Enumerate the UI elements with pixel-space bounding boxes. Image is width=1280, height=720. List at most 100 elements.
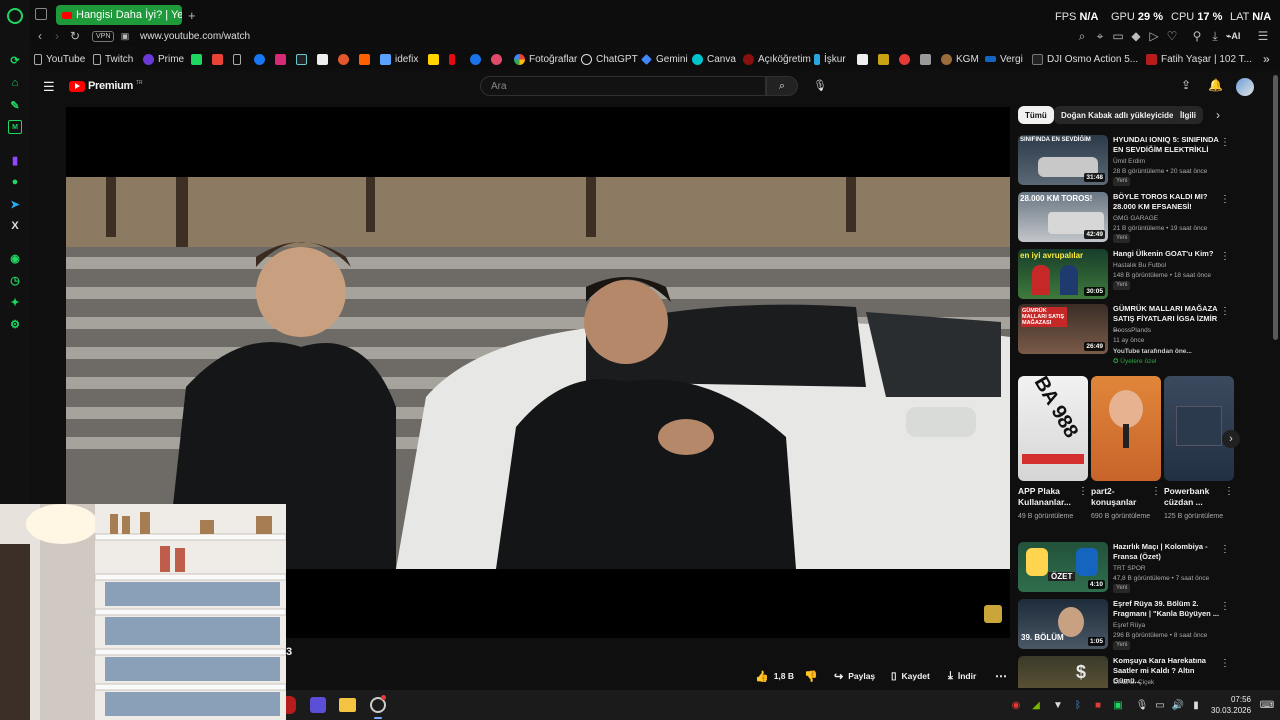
short-item[interactable]: Powerbank cüzdan ... 125 B görüntüleme ⋮ xyxy=(1164,376,1234,536)
bookmark-chatgpt[interactable]: ChatGPT xyxy=(581,52,638,66)
channel-name[interactable]: BoossPlands xyxy=(1113,326,1151,335)
video-thumbnail[interactable]: 28.000 KM TOROS! 42:49 xyxy=(1018,192,1108,242)
bookmark-aof[interactable]: Açıköğretim xyxy=(743,52,811,66)
channel-name[interactable]: Hastalık Bu Futbol xyxy=(1113,261,1166,270)
video-title[interactable]: BÖYLE TOROS KALDI MI? 28.000 KM EFSANESİ… xyxy=(1113,192,1223,212)
video-thumbnail[interactable]: $ xyxy=(1018,656,1108,688)
bookmark-vergi[interactable]: Vergi xyxy=(985,52,1023,66)
more-icon[interactable]: ⋮ xyxy=(1151,486,1161,497)
account-icon[interactable]: ⚲ xyxy=(1190,29,1204,43)
recommendation-item[interactable]: GÜMRÜK MALLARI SATIŞ MAĞAZASI 26:49 GÜMR… xyxy=(1018,304,1230,368)
search-button[interactable]: ⌕ xyxy=(766,76,798,96)
twitch-icon[interactable]: ▮ xyxy=(8,153,22,167)
bookmark-b2[interactable] xyxy=(878,52,889,66)
short-thumbnail[interactable] xyxy=(1164,376,1234,481)
wifi-icon[interactable]: ▼ xyxy=(1052,699,1064,711)
channel-watermark-icon[interactable] xyxy=(984,605,1002,623)
avatar[interactable] xyxy=(1236,78,1254,96)
bookmark-photos[interactable]: Fotoğraflar xyxy=(514,52,577,66)
bookmark-gmail[interactable] xyxy=(212,52,223,66)
url-field[interactable]: www.youtube.com/watch xyxy=(140,31,250,42)
nvidia-icon[interactable]: ◢ xyxy=(1030,699,1042,711)
bookmarks-overflow-icon[interactable]: » xyxy=(1263,52,1270,66)
share-button[interactable]: ↪ Paylaş xyxy=(834,669,875,683)
more-icon[interactable]: ⋮ xyxy=(1220,544,1230,555)
bookmark-doc[interactable] xyxy=(233,52,241,66)
recommendation-item[interactable]: en iyi avrupalılar 30:05 Hangi Ülkenin G… xyxy=(1018,249,1230,301)
bookmark-facebook[interactable] xyxy=(254,52,265,66)
short-thumbnail[interactable] xyxy=(1091,376,1161,481)
tab-manager-icon[interactable] xyxy=(35,8,47,20)
more-icon[interactable]: ⋮ xyxy=(1224,486,1234,497)
opera-logo-icon[interactable] xyxy=(7,8,23,24)
bookmark-k[interactable] xyxy=(191,52,202,66)
video-title[interactable]: Hangi Ülkenin GOAT'u Kim? xyxy=(1113,249,1223,259)
short-title[interactable]: APP Plaka Kullananlar... xyxy=(1018,486,1080,508)
bookmark-netflix[interactable] xyxy=(449,52,455,66)
bookmark-youtube[interactable]: YouTube xyxy=(34,52,85,66)
player-icon[interactable]: ◉ xyxy=(8,251,22,265)
page-scrollbar[interactable] xyxy=(1273,75,1278,340)
notifications-icon[interactable]: ⌨ xyxy=(1260,699,1274,711)
short-item[interactable]: BA 988 APP Plaka Kullananlar... 49 B gör… xyxy=(1018,376,1088,536)
green-tray-icon[interactable]: ▣ xyxy=(1112,699,1124,711)
more-icon[interactable]: ⋮ xyxy=(1220,251,1230,262)
recommendation-item[interactable]: $ Komşuya Kara Harekatına Saatler mi Kal… xyxy=(1018,656,1228,688)
channel-name[interactable]: TRT SPOR xyxy=(1113,564,1146,573)
chip-uploader[interactable]: Doğan Kabak adlı yükleyiciden xyxy=(1054,106,1186,124)
reload-icon[interactable]: ↻ xyxy=(68,29,82,43)
upload-icon[interactable]: ⇪ xyxy=(1181,78,1191,92)
bookmark-amazon[interactable] xyxy=(317,52,328,66)
recommendation-item[interactable]: 28.000 KM TOROS! 42:49 BÖYLE TOROS KALDI… xyxy=(1018,192,1230,244)
bookmark-twitch[interactable]: Twitch xyxy=(93,52,133,66)
save-button[interactable]: ▯ Kaydet xyxy=(891,669,930,683)
back-icon[interactable]: ‹ xyxy=(33,29,47,43)
camera-icon[interactable]: ▭ xyxy=(1111,29,1125,43)
video-thumbnail[interactable]: GÜMRÜK MALLARI SATIŞ MAĞAZASI 26:49 xyxy=(1018,304,1108,354)
heart-icon[interactable]: ♡ xyxy=(1165,29,1179,43)
bookmark-prime[interactable]: Prime xyxy=(143,52,184,66)
m-app-icon[interactable]: M xyxy=(8,120,22,134)
short-title[interactable]: part2-konuşanlar xyxy=(1091,486,1153,508)
network-icon[interactable]: ▭ xyxy=(1154,699,1166,711)
video-thumbnail[interactable]: ÖZET 4:10 xyxy=(1018,542,1108,592)
short-title[interactable]: Powerbank cüzdan ... xyxy=(1164,486,1226,508)
bookmark-swirl[interactable] xyxy=(491,52,502,66)
pen-icon[interactable]: ✎ xyxy=(8,98,22,112)
recommendation-item[interactable]: 39. BÖLÜM 1:05 Eşref Rüya 39. Bölüm 2. F… xyxy=(1018,599,1230,651)
chip-related[interactable]: İlgili xyxy=(1173,106,1203,124)
shelf-next-icon[interactable]: › xyxy=(1222,430,1240,448)
channel-name[interactable]: Cihat E. Çiçek xyxy=(1113,678,1154,687)
menu-icon[interactable]: ☰ xyxy=(1256,29,1270,43)
bookmark-gemini[interactable]: Gemini xyxy=(641,52,688,66)
more-icon[interactable]: ⋮ xyxy=(1220,658,1228,669)
bookmark-b3[interactable] xyxy=(899,52,910,66)
new-tab-button[interactable]: + xyxy=(182,5,198,25)
tray-app-icon[interactable]: ◉ xyxy=(1010,699,1022,711)
microphone-icon[interactable]: 🎙 xyxy=(1136,699,1149,711)
video-title[interactable]: Hazırlık Maçı | Kolombiya - Fransa (Özet… xyxy=(1113,542,1223,562)
bookmark-s[interactable] xyxy=(428,52,439,66)
refresh-icon[interactable]: ⟳ xyxy=(8,53,22,67)
more-icon[interactable]: ⋮ xyxy=(1220,137,1230,148)
bookmark-fatih[interactable]: Fatih Yaşar | 102 T... xyxy=(1146,52,1252,66)
x-icon[interactable]: X xyxy=(8,219,22,233)
ai-button[interactable]: ⌁AI xyxy=(1226,31,1240,42)
play-icon[interactable]: ▷ xyxy=(1147,29,1161,43)
more-icon[interactable]: ⋮ xyxy=(1220,601,1230,612)
youtube-logo[interactable]: Premium TR xyxy=(69,80,143,92)
tab-active[interactable]: Hangisi Daha İyi? | Yeni Te xyxy=(56,5,182,25)
bookmark-n11[interactable] xyxy=(338,52,349,66)
volume-icon[interactable]: 🔊 xyxy=(1172,699,1184,711)
video-title[interactable]: Eşref Rüya 39. Bölüm 2. Fragmanı | "Kanl… xyxy=(1113,599,1223,619)
chips-next-icon[interactable]: › xyxy=(1216,108,1220,122)
bell-icon[interactable]: 🔔 xyxy=(1208,78,1223,92)
vpn-badge[interactable]: VPN xyxy=(92,31,115,42)
settings-icon[interactable]: ⚙ xyxy=(8,317,22,331)
short-item[interactable]: part2-konuşanlar 690 B görüntüleme ⋮ xyxy=(1091,376,1161,536)
chip-all[interactable]: Tümü xyxy=(1018,106,1054,124)
app-icon-red[interactable] xyxy=(286,696,296,714)
bookmark-iskur[interactable]: İşkur xyxy=(814,52,846,66)
bookmark-dji[interactable]: DJI Osmo Action 5... xyxy=(1032,52,1138,66)
channel-name[interactable]: Ümit Erdim xyxy=(1113,157,1145,166)
